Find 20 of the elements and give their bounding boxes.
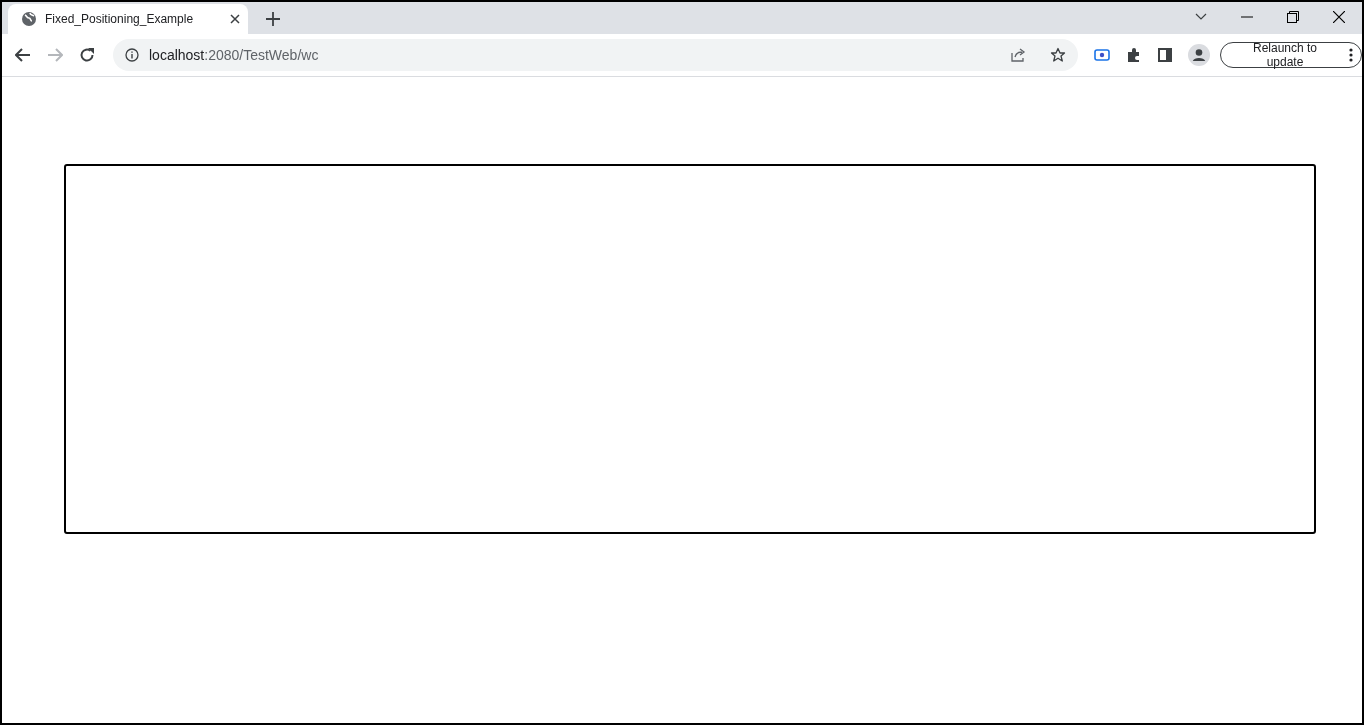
restore-icon[interactable] (1287, 11, 1299, 23)
reload-icon[interactable] (79, 47, 95, 63)
share-icon[interactable] (1010, 47, 1027, 63)
new-tab-icon[interactable] (266, 12, 280, 26)
relaunch-button[interactable]: Relaunch to update (1220, 42, 1362, 68)
back-arrow-icon[interactable] (15, 48, 31, 62)
side-panel-icon[interactable] (1158, 48, 1173, 62)
close-icon[interactable] (1333, 11, 1345, 23)
more-menu-icon[interactable] (1349, 48, 1353, 62)
profile-avatar-icon[interactable] (1188, 44, 1211, 66)
browser-tab[interactable]: Fixed_Positioning_Example (8, 4, 248, 34)
globe-icon (21, 11, 37, 27)
tab-title: Fixed_Positioning_Example (45, 12, 195, 26)
close-icon[interactable] (230, 14, 240, 24)
address-bar[interactable]: localhost:2080/TestWeb/wc (113, 39, 1079, 71)
chevron-down-icon[interactable] (1195, 13, 1207, 21)
info-icon[interactable] (125, 48, 139, 62)
screen-capture-icon[interactable] (1094, 49, 1111, 61)
star-icon[interactable] (1050, 47, 1067, 63)
url-text: localhost:2080/TestWeb/wc (149, 47, 319, 63)
